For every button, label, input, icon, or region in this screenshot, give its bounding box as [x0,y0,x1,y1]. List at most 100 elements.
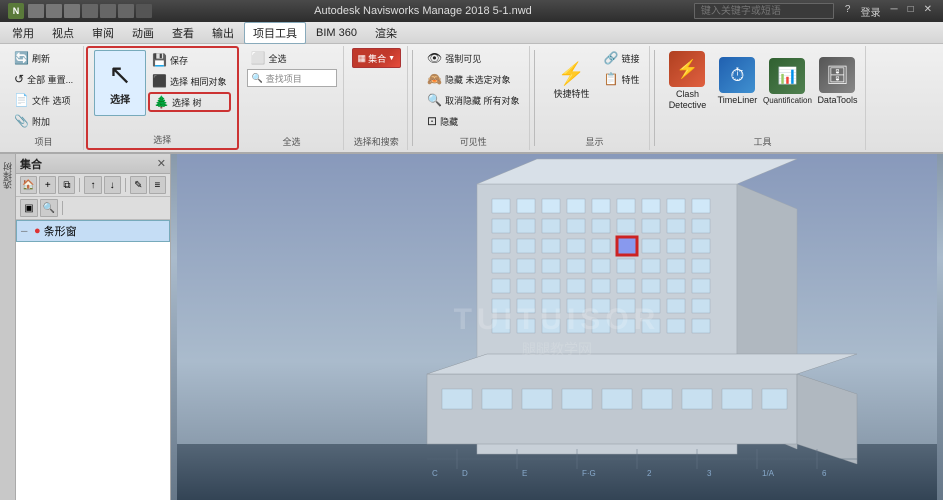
menu-bim360[interactable]: BIM 360 [308,25,365,41]
panel-tool-search[interactable]: 🔍 [40,199,58,217]
close-btn[interactable]: ✕ [921,4,935,19]
all-select-btn[interactable]: ⬜ 全选 [247,48,337,68]
datatools-btn[interactable]: 🗄 DataTools [815,48,859,114]
help-btn[interactable]: ? [842,4,854,19]
ribbon-group-allselect: ⬜ 全选 🔍 查找项目 全选 [241,46,344,150]
panel-toolbar-divider [79,178,80,192]
timeliner-btn[interactable]: ⏱ TimeLiner [715,48,759,114]
ribbon-group-visibility: 👁 强制可见 🙈 隐藏 未选定对象 🔍 取消隐藏 所有对象 ⊡ 隐藏 [417,46,530,150]
title-bar-right: ? 登录 ─ □ ✕ [694,3,935,19]
title-bar-left: N [8,3,152,19]
clash-detective-btn[interactable]: ⚡ Clash Detective [665,48,709,114]
panel-tool-home[interactable]: 🏠 [20,176,37,194]
allselect-group-content: ⬜ 全选 🔍 查找项目 [247,48,337,133]
force-visible-btn[interactable]: 👁 强制可见 [423,48,523,68]
panel-header: 集合 ✕ [16,154,170,174]
panel-tool-down[interactable]: ↓ [104,176,121,194]
search-icon: 🔍 [252,73,263,84]
menu-viewport[interactable]: 视点 [44,23,82,43]
hide-btn[interactable]: ⊡ 隐藏 [423,111,523,131]
menu-animation[interactable]: 动画 [124,23,162,43]
select-group-content: ↖ 选择 💾 保存 ⬛ 选择 相同对象 🌲 选择 树 [94,50,230,131]
ribbon-group-display: ⚡ 快捷特性 🔗 链接 📋 特性 显示 [539,46,650,150]
undo-icon[interactable] [82,4,98,18]
svg-text:3: 3 [707,469,712,478]
file-options-btn[interactable]: 📄 文件 选项 [10,90,77,110]
maximize-btn[interactable]: □ [905,4,917,19]
property-btn[interactable]: 📋 特性 [599,69,643,89]
refresh-icon: 🔄 [14,51,29,65]
ribbon-group-set: ▦ 集合 ▼ 选择和搜索 [346,46,408,150]
refresh-btn[interactable]: 🔄 刷新 [10,48,77,68]
panel-tool-filter[interactable]: ≡ [149,176,166,194]
save-selection-btn[interactable]: 💾 保存 [148,50,230,70]
open-icon[interactable] [46,4,62,18]
menu-review[interactable]: 审阅 [84,23,122,43]
quick-prop-btn[interactable]: ⚡ 快捷特性 [545,48,597,114]
svg-text:TUITUISOR: TUITUISOR [454,303,661,336]
attach-btn[interactable]: 📎 附加 [10,111,77,131]
hide-unselected-btn[interactable]: 🙈 隐藏 未选定对象 [423,69,523,89]
new-icon[interactable] [28,4,44,18]
unhide-icon: 🔍 [427,93,442,107]
3d-viewport[interactable]: C D E F·G 2 3 1/A 6 TUITUISOR 腿腿教学网 [171,154,943,500]
menu-view[interactable]: 查看 [164,23,202,43]
menu-output[interactable]: 输出 [204,23,242,43]
panel-tool-copy[interactable]: ⧉ [58,176,75,194]
save-icon[interactable] [64,4,80,18]
set-col: ▦ 集合 ▼ [352,48,401,68]
select-col2: 💾 保存 ⬛ 选择 相同对象 🌲 选择 树 [148,50,230,112]
display-group-content: ⚡ 快捷特性 🔗 链接 📋 特性 [545,48,643,133]
svg-text:6: 6 [822,469,827,478]
app-logo: N [8,3,24,19]
ribbon: 🔄 刷新 ↺ 全部 重置... 📄 文件 选项 📎 附加 [0,44,943,154]
quantification-btn[interactable]: 📊 Quantification [765,48,809,114]
panel-toolbar: 🏠 + ⧉ ↑ ↓ ✎ ≡ [16,174,170,197]
panel-tool-up[interactable]: ↑ [84,176,101,194]
hide-icon: 🙈 [427,72,442,86]
reset-all-btn[interactable]: ↺ 全部 重置... [10,69,77,89]
allselect-icon: ⬜ [251,51,266,65]
set-combo-btn[interactable]: ▦ 集合 ▼ [352,48,401,68]
set-icon: ▦ [358,53,367,64]
unhide-all-btn[interactable]: 🔍 取消隐藏 所有对象 [423,90,523,110]
redo-icon[interactable] [100,4,116,18]
link-btn[interactable]: 🔗 链接 [599,48,643,68]
select-tree-btn[interactable]: 🌲 选择 树 [148,92,230,112]
left-panel: 集合 ✕ 🏠 + ⧉ ↑ ↓ ✎ ≡ ▣ 🔍 ─ ● 条形窗 [16,154,171,500]
select-group-label: 选择 [153,131,171,146]
quick-prop-icon: ⚡ [558,63,585,85]
tree-item-stripwindow[interactable]: ─ ● 条形窗 [16,220,170,242]
ribbon-content: 🔄 刷新 ↺ 全部 重置... 📄 文件 选项 📎 附加 [0,44,943,152]
select-main-btn[interactable]: ↖ 选择 [94,50,146,116]
visibility-group-label: 可见性 [460,133,487,148]
menu-project-tools[interactable]: 项目工具 [244,22,306,44]
svg-text:腿腿教学网: 腿腿教学网 [522,341,592,357]
tab-select-tree[interactable]: 选择树 [0,158,15,193]
svg-text:C: C [432,469,438,478]
select-same-btn[interactable]: ⬛ 选择 相同对象 [148,71,230,91]
allselect-col: ⬜ 全选 🔍 查找项目 [247,48,337,87]
set-group-content: ▦ 集合 ▼ [352,48,401,133]
login-btn[interactable]: 登录 [857,4,883,19]
tree-expand-icon: ─ [21,226,31,236]
quantification-icon: 📊 [769,58,805,94]
quick-find-input[interactable]: 🔍 查找项目 [247,69,337,87]
ribbon-group-project: 🔄 刷新 ↺ 全部 重置... 📄 文件 选项 📎 附加 [4,46,84,150]
global-search-input[interactable] [694,3,834,19]
minimize-btn[interactable]: ─ [887,4,900,19]
panel-tool-edit[interactable]: ✎ [130,176,147,194]
menu-common[interactable]: 常用 [4,23,42,43]
panel-close-btn[interactable]: ✕ [157,157,166,170]
allselect-group-label: 全选 [283,133,301,148]
panel-tool-group[interactable]: ▣ [20,199,38,217]
display-col2: 🔗 链接 📋 特性 [599,48,643,89]
ribbon-group-tools: ⚡ Clash Detective ⏱ TimeLiner 📊 Quantifi… [659,46,866,150]
options-icon[interactable] [136,4,152,18]
set-dropdown-icon: ▼ [388,55,395,62]
sync-icon[interactable] [118,4,134,18]
menu-render[interactable]: 渲染 [367,23,405,43]
panel-tool-add[interactable]: + [39,176,56,194]
panel-toolbar2: ▣ 🔍 [16,197,170,220]
project-group-label: 项目 [35,133,53,148]
